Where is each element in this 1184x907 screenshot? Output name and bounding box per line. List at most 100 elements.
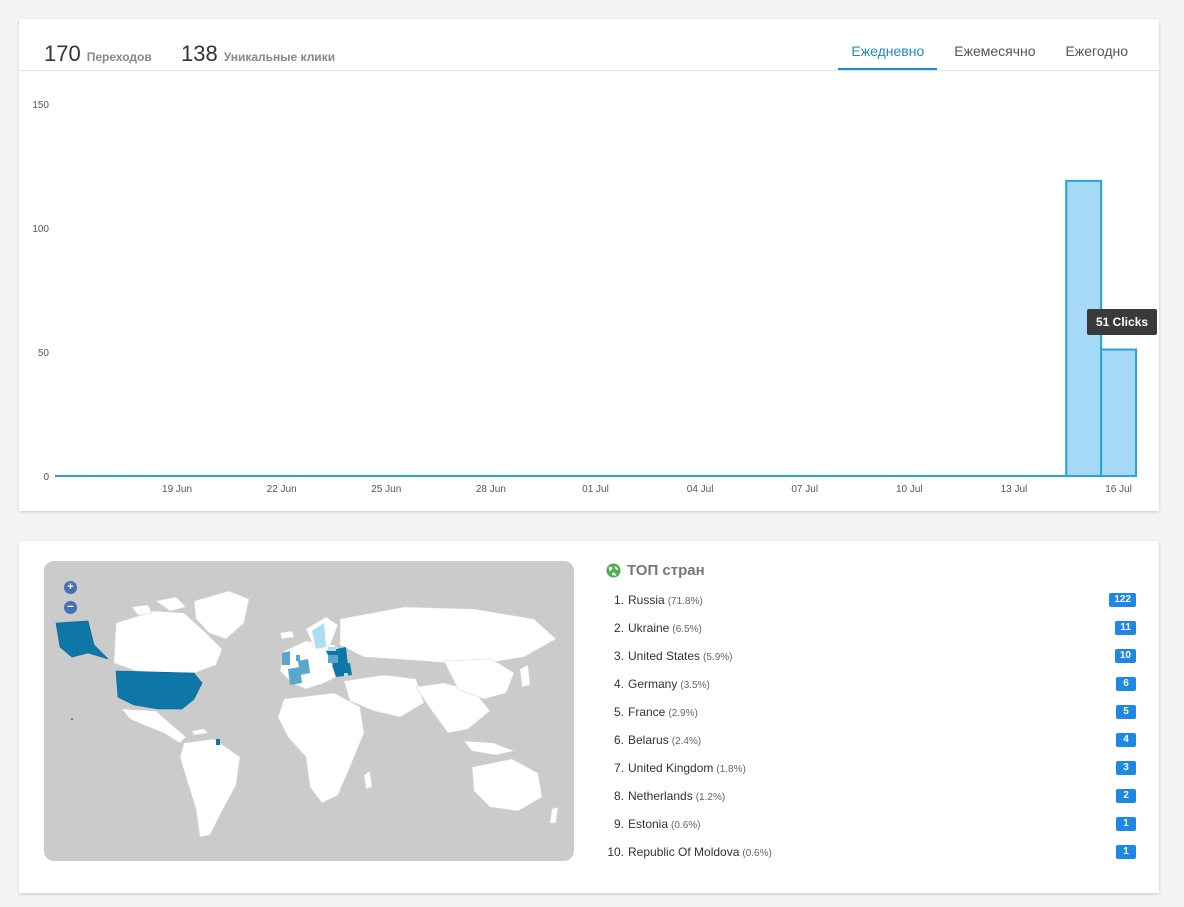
map-north-asia	[339, 606, 557, 666]
country-rank: 8.	[613, 789, 624, 803]
country-row: 5. France (2.9%) 5	[606, 705, 1136, 733]
country-row: 9. Estonia (0.6%) 1	[606, 817, 1136, 845]
x-tick-label: 16 Jul	[1105, 484, 1132, 495]
country-count-badge: 2	[1116, 789, 1136, 803]
y-tick-label: 50	[38, 348, 50, 359]
map-belarus	[328, 655, 338, 663]
y-tick-label: 100	[32, 224, 49, 235]
country-name-text: Republic Of Moldova	[628, 845, 740, 859]
country-name: United States (5.9%)	[628, 649, 733, 665]
x-tick-label: 28 Jun	[476, 484, 506, 495]
stats-header: 170 Переходов 138 Уникальные клики Ежедн…	[19, 19, 1159, 71]
tab-monthly[interactable]: Ежемесячно	[941, 19, 1048, 70]
period-tabs: Ежедневно Ежемесячно Ежегодно	[836, 19, 1159, 71]
country-name-text: France	[628, 705, 666, 719]
country-rank: 1.	[613, 593, 624, 607]
world-map-svg	[55, 590, 559, 838]
country-name: Netherlands (1.2%)	[628, 789, 725, 805]
total-clicks-label: Переходов	[86, 50, 152, 64]
country-rank: 10.	[607, 845, 624, 859]
globe-icon	[606, 562, 621, 578]
chart-tooltip: 51 Clicks	[1087, 309, 1158, 335]
country-percent: (6.5%)	[672, 624, 702, 635]
country-list: 1. Russia (71.8%) 122 2. Ukraine (6.5%) 11 3. Uni…	[606, 593, 1136, 873]
country-name: Ukraine (6.5%)	[628, 621, 702, 637]
country-name-text: Netherlands	[628, 789, 693, 803]
country-count-badge: 1	[1116, 817, 1136, 831]
map-moldova	[344, 673, 348, 677]
country-name-text: Russia	[628, 593, 665, 607]
x-tick-label: 10 Jul	[896, 484, 923, 495]
x-tick-label: 13 Jul	[1001, 484, 1028, 495]
country-name-text: Germany	[628, 677, 678, 691]
clicks-chart-card: 170 Переходов 138 Уникальные клики Ежедн…	[19, 19, 1159, 511]
map-puerto-rico	[216, 739, 220, 745]
x-tick-label: 19 Jun	[162, 484, 192, 495]
country-row: 10. Republic Of Moldova (0.6%) 1	[606, 845, 1136, 873]
country-rank: 6.	[613, 733, 624, 747]
country-percent: (2.9%)	[668, 708, 698, 719]
country-count-badge: 10	[1114, 649, 1136, 663]
country-name-text: Belarus	[628, 733, 669, 747]
map-africa	[277, 692, 365, 804]
country-count-badge: 11	[1115, 621, 1136, 635]
country-percent: (0.6%)	[671, 820, 701, 831]
country-count-badge: 3	[1116, 761, 1136, 775]
chart-bar[interactable]	[1100, 348, 1137, 477]
country-row: 2. Ukraine (6.5%) 11	[606, 621, 1136, 649]
country-rank: 4.	[613, 677, 624, 691]
country-row: 7. United Kingdom (1.8%) 3	[606, 761, 1136, 789]
world-map[interactable]: + −	[44, 561, 574, 861]
country-percent: (2.4%)	[671, 736, 702, 747]
y-tick-label: 0	[43, 472, 49, 483]
map-mexico	[121, 708, 187, 744]
map-alaska	[55, 620, 109, 660]
country-row: 8. Netherlands (1.2%) 2	[606, 789, 1136, 817]
country-name-text: United Kingdom	[628, 761, 714, 775]
total-clicks-stat: 170 Переходов	[44, 41, 152, 67]
country-percent: (1.2%)	[695, 792, 726, 803]
country-rank: 2.	[613, 621, 624, 635]
country-name: Belarus (2.4%)	[628, 733, 701, 749]
country-row: 6. Belarus (2.4%) 4	[606, 733, 1136, 761]
country-name: France (2.9%)	[628, 705, 698, 721]
zoom-in-button[interactable]: +	[64, 581, 77, 594]
country-row: 1. Russia (71.8%) 122	[606, 593, 1136, 621]
country-name: Republic Of Moldova (0.6%)	[628, 845, 772, 861]
map-australia	[471, 758, 543, 812]
top-countries-title: ТОП стран	[627, 561, 705, 579]
x-tick-label: 07 Jul	[791, 484, 818, 495]
country-count-badge: 1	[1116, 845, 1136, 859]
country-name: Estonia (0.6%)	[628, 817, 700, 833]
country-name: Germany (3.5%)	[628, 677, 710, 693]
map-united-kingdom	[282, 651, 290, 665]
unique-clicks-label: Уникальные клики	[223, 50, 336, 64]
tab-daily[interactable]: Ежедневно	[838, 19, 938, 70]
tab-yearly[interactable]: Ежегодно	[1053, 19, 1141, 70]
unique-clicks-value: 138	[181, 41, 218, 66]
x-tick-label: 04 Jul	[687, 484, 714, 495]
country-row: 3. United States (5.9%) 10	[606, 649, 1136, 677]
top-countries-panel: ТОП стран 1. Russia (71.8%) 122 2. Ukraine (6.…	[606, 561, 1136, 873]
x-tick-label: 25 Jun	[371, 484, 401, 495]
map-estonia	[328, 647, 336, 651]
top-countries-header: ТОП стран	[606, 561, 1136, 579]
country-percent: (3.5%)	[680, 680, 710, 691]
country-name-text: United States	[628, 649, 701, 663]
y-tick-label: 150	[32, 100, 49, 111]
country-count-badge: 4	[1116, 733, 1136, 747]
country-rank: 9.	[613, 817, 624, 831]
country-rank: 3.	[613, 649, 624, 663]
country-row: 4. Germany (3.5%) 6	[606, 677, 1136, 705]
country-name: United Kingdom (1.8%)	[628, 761, 746, 777]
country-rank: 7.	[613, 761, 624, 775]
country-name-text: Estonia	[628, 817, 669, 831]
country-percent: (0.6%)	[742, 848, 772, 859]
map-netherlands	[296, 655, 300, 661]
country-percent: (5.9%)	[703, 652, 733, 663]
country-rank: 5.	[613, 705, 624, 719]
country-percent: (71.8%)	[667, 596, 703, 607]
country-name-text: Ukraine	[628, 621, 670, 635]
zoom-out-button[interactable]: −	[64, 601, 77, 614]
unique-clicks-stat: 138 Уникальные клики	[181, 41, 335, 67]
